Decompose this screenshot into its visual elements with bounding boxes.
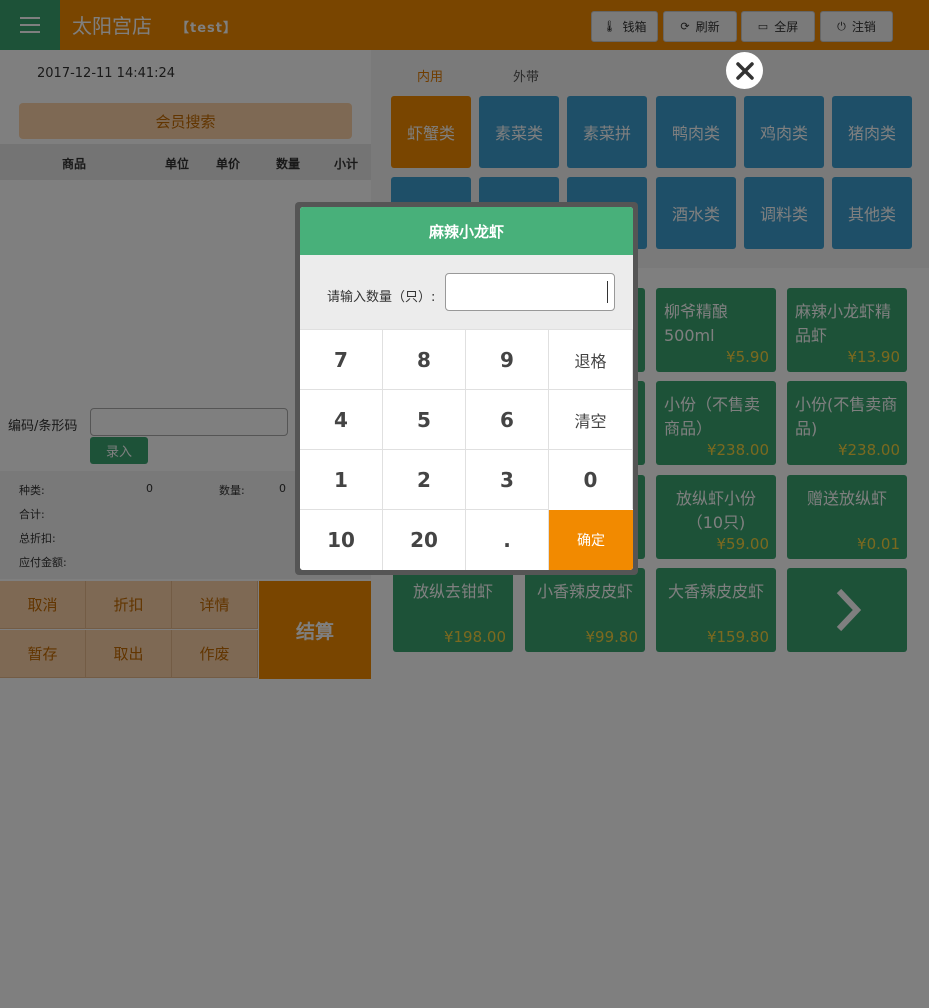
close-icon — [735, 61, 754, 80]
dialog-title: 麻辣小龙虾 — [300, 207, 633, 255]
clear-key[interactable]: 清空 — [549, 389, 633, 449]
close-button[interactable] — [726, 52, 763, 89]
key-3[interactable]: 3 — [466, 449, 549, 509]
quantity-row: 请输入数量（只）: — [300, 255, 633, 329]
key-0[interactable]: 0 — [549, 449, 633, 509]
key-1[interactable]: 1 — [300, 449, 383, 509]
key-20[interactable]: 20 — [383, 509, 466, 570]
key-4[interactable]: 4 — [300, 389, 383, 449]
key-10[interactable]: 10 — [300, 509, 383, 570]
key-7[interactable]: 7 — [300, 329, 383, 389]
backspace-key[interactable]: 退格 — [549, 329, 633, 389]
quantity-dialog: 麻辣小龙虾 请输入数量（只）: 7 8 9 退格 4 5 6 清空 1 2 3 … — [300, 207, 633, 570]
quantity-label: 请输入数量（只）: — [327, 290, 436, 305]
key-5[interactable]: 5 — [383, 389, 466, 449]
quantity-input[interactable] — [445, 273, 615, 311]
key-9[interactable]: 9 — [466, 329, 549, 389]
key-8[interactable]: 8 — [383, 329, 466, 389]
key-2[interactable]: 2 — [383, 449, 466, 509]
text-caret — [607, 281, 608, 303]
key-decimal[interactable]: . — [466, 509, 549, 570]
confirm-button[interactable]: 确定 — [549, 510, 633, 570]
key-6[interactable]: 6 — [466, 389, 549, 449]
